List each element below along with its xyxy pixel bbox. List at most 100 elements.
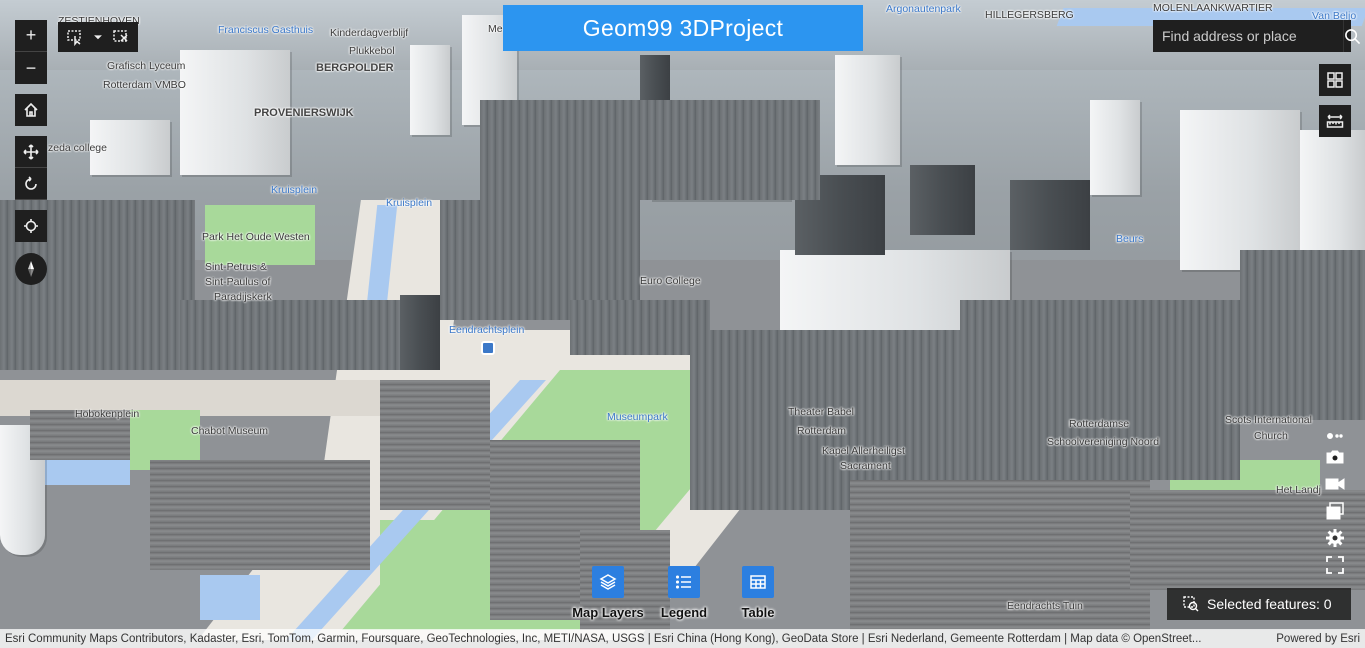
map-label: Sint-Paulus of: [205, 276, 271, 288]
map-label: Kapel Allerheiligst: [822, 445, 905, 457]
fullscreen-icon: [1326, 556, 1344, 574]
map-label: Plukkebol: [349, 45, 395, 57]
select-lasso-icon[interactable]: [66, 28, 84, 46]
building-chabot: [150, 460, 370, 570]
map-label: Theater Babel: [788, 406, 854, 418]
building: [910, 165, 975, 235]
map-label: Rotterdam: [797, 425, 847, 437]
widget-label: Table: [741, 605, 775, 620]
home-control: [15, 94, 47, 126]
chevron-down-icon[interactable]: [93, 32, 103, 42]
map-label: Sint-Petrus &: [205, 261, 267, 273]
zoom-out-button[interactable]: −: [15, 52, 47, 84]
map-layers-button[interactable]: [592, 566, 624, 598]
map-label: PROVENIERSWIJK: [254, 107, 354, 119]
layers-stack-icon: [1326, 502, 1344, 520]
video-icon: [1325, 478, 1345, 490]
layers-icon: [599, 574, 617, 590]
map-label: Kinderdagverblijf: [330, 27, 409, 39]
map-label: zeda college: [48, 142, 107, 154]
building: [835, 55, 900, 165]
map-label: Park Het Oude Westen: [202, 231, 310, 243]
metro-station-icon[interactable]: [481, 341, 495, 355]
more-tools-button[interactable]: [1322, 425, 1348, 443]
building: [1010, 180, 1090, 250]
widget-label: Map Layers: [572, 605, 644, 620]
map-label: Argonautenpark: [886, 3, 961, 15]
clear-selection-icon[interactable]: [112, 28, 130, 46]
map-label: Euro College: [640, 275, 701, 287]
rotate-button[interactable]: [15, 168, 47, 200]
table-icon: [750, 575, 766, 589]
locate-control: [15, 210, 47, 242]
more-icon: [1327, 433, 1343, 439]
map-label: Scots International: [1225, 414, 1312, 426]
rotate-icon: [25, 175, 37, 190]
building: [400, 295, 440, 370]
measure-button[interactable]: [1319, 105, 1351, 137]
selected-features-label: Selected features: 0: [1207, 596, 1332, 612]
map-label: Kruisplein: [386, 197, 433, 209]
widget-legend[interactable]: Legend: [655, 566, 713, 620]
map-label: MOLENLAANKWARTIER: [1153, 2, 1273, 14]
gear-icon: [1326, 529, 1344, 547]
basemap-gallery-button[interactable]: [1319, 64, 1351, 96]
building-block: [960, 300, 1240, 480]
map-label: BERGPOLDER: [316, 62, 394, 74]
app-title: Geom99 3DProject: [503, 5, 863, 51]
building-block: [570, 300, 710, 355]
table-button[interactable]: [742, 566, 774, 598]
navigation-toggle: [15, 136, 47, 200]
compass-button[interactable]: [15, 253, 47, 285]
video-button[interactable]: [1322, 471, 1348, 497]
select-features-icon: [1183, 596, 1199, 612]
map-label: Het Landj: [1276, 484, 1321, 496]
map-label: Franciscus Gasthuis: [218, 24, 314, 36]
widget-table[interactable]: Table: [733, 566, 783, 620]
map-label: HILLEGERSBERG: [985, 9, 1074, 21]
scene-view[interactable]: ZESTIENHOVEN Franciscus Gasthuis Kinderd…: [0, 0, 1365, 648]
locate-icon: [24, 219, 38, 233]
pan-button[interactable]: [15, 136, 47, 168]
attribution-text[interactable]: Esri Community Maps Contributors, Kadast…: [5, 633, 1270, 645]
search-icon: [1345, 28, 1361, 44]
home-icon: [24, 102, 38, 117]
pan-icon: [23, 143, 39, 160]
zoom-in-button[interactable]: +: [15, 20, 47, 52]
map-label: Me: [488, 23, 503, 35]
map-label: Kruisplein: [271, 184, 318, 196]
building-church: [380, 380, 490, 510]
map-label: Sacrament: [840, 460, 891, 472]
map-label: Chabot Museum: [191, 425, 269, 437]
map-label: Church: [1254, 430, 1288, 442]
search-input[interactable]: [1153, 20, 1343, 52]
map-label: Museumpark: [607, 411, 668, 423]
selected-features-panel[interactable]: Selected features: 0: [1167, 588, 1351, 620]
map-label: Rotterdam VMBO: [103, 79, 186, 91]
map-label: Eendrachts Tuin: [1007, 600, 1083, 612]
settings-button[interactable]: [1322, 525, 1348, 551]
compass-icon: [28, 261, 34, 277]
screenshot-button[interactable]: [1322, 444, 1348, 470]
legend-button[interactable]: [668, 566, 700, 598]
camera-icon: [1326, 450, 1344, 464]
home-button[interactable]: [15, 94, 47, 126]
layer-list-button[interactable]: [1322, 498, 1348, 524]
map-label: Paradijskerk: [214, 291, 272, 303]
building-block: [1240, 250, 1365, 420]
search-button[interactable]: [1343, 20, 1361, 52]
building-block: [860, 570, 980, 630]
locate-button[interactable]: [15, 210, 47, 242]
fullscreen-button[interactable]: [1322, 552, 1348, 578]
search-widget: [1153, 20, 1361, 52]
powered-by-link[interactable]: Powered by Esri: [1270, 633, 1365, 645]
widget-map-layers[interactable]: Map Layers: [572, 566, 644, 620]
building-block: [480, 100, 820, 200]
attribution-bar[interactable]: Esri Community Maps Contributors, Kadast…: [0, 629, 1365, 648]
right-toolbar: [1322, 425, 1348, 579]
legend-icon: [675, 575, 691, 589]
building: [1090, 100, 1140, 195]
map-label: Schoolvereniging Noord: [1047, 436, 1160, 448]
grid-icon: [1327, 72, 1343, 88]
map-label: Hobokenplein: [75, 408, 140, 420]
